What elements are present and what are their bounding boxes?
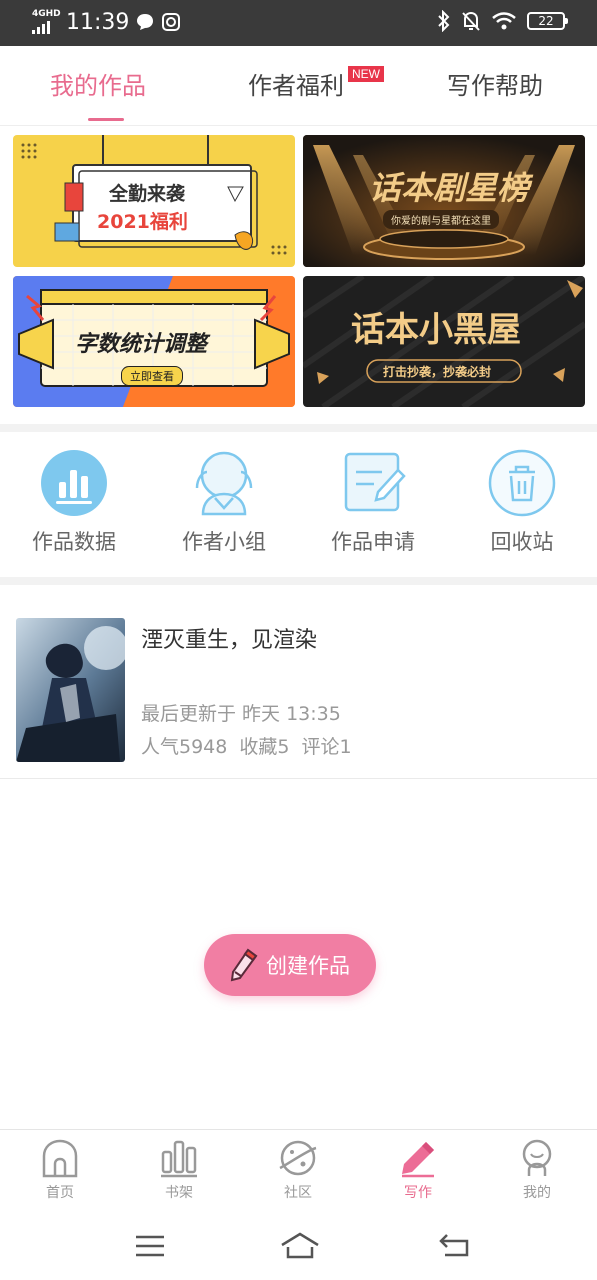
battery-icon: 22 [527,12,568,30]
banner-blacklist-title: 话本小黑屋 [351,310,521,350]
tab-my-works[interactable]: 我的作品 [50,66,146,101]
banner-attendance-line2: 2021福利 [97,211,188,233]
section-divider [0,577,597,585]
menu-author-group-label: 作者小组 [182,530,266,554]
system-navigation-bar [0,1209,597,1280]
banner-blacklist[interactable]: 话本小黑屋 打击抄袭，抄袭必封 [303,276,585,407]
nav-community-label: 社区 [284,1185,312,1201]
nav-profile-label: 我的 [523,1185,551,1201]
create-work-button[interactable]: 创建作品 [204,934,376,996]
create-work-label: 创建作品 [266,954,350,978]
banner-attendance-benefit[interactable]: 全勤来袭 2021福利 [13,135,295,267]
menu-work-data[interactable]: 作品数据 [14,448,134,556]
home-icon [40,1138,80,1178]
pencil-icon [230,948,258,982]
group-icon [189,448,259,518]
nav-bookshelf-label: 书架 [165,1185,193,1201]
nav-write[interactable]: 写作 [378,1138,458,1202]
back-icon[interactable] [437,1231,473,1261]
nav-bookshelf[interactable]: 书架 [139,1138,219,1202]
nav-write-label: 写作 [404,1185,432,1201]
banner-star-ranking-title: 话本剧星榜 [369,169,530,207]
tab-author-benefits[interactable]: 作者福利 [248,66,344,101]
planet-icon [278,1138,318,1178]
banner-view-now-button[interactable]: 立即查看 [121,366,183,386]
status-time: 11:39 [66,9,130,35]
work-favorites: 收藏5 [239,736,290,758]
nav-home-label: 首页 [46,1185,74,1201]
app-notification-icon [162,13,181,31]
nav-community[interactable]: 社区 [258,1138,338,1202]
section-divider [0,424,597,432]
nav-profile[interactable]: 我的 [497,1138,577,1202]
work-stats: 人气5948 收藏5 评论1 [141,732,358,759]
system-home-icon[interactable] [280,1231,319,1261]
banner-word-count[interactable]: 字数统计调整 立即查看 [13,276,295,407]
bar-chart-icon [39,448,109,518]
mute-icon [462,11,480,31]
work-comments: 评论1 [301,736,352,758]
banner-star-ranking-subtitle: 你爱的剧与星都在这里 [383,210,499,229]
menu-author-group[interactable]: 作者小组 [164,448,284,556]
work-cover-image[interactable] [16,618,125,762]
trash-icon [487,448,557,518]
wifi-icon [492,12,516,30]
menu-work-data-label: 作品数据 [32,530,116,554]
pen-icon [398,1138,438,1178]
work-last-updated: 最后更新于 昨天 13:35 [141,703,341,725]
new-badge: NEW [348,66,384,82]
work-card[interactable]: 湮灭重生，见渲染 最后更新于 昨天 13:35 人气5948 收藏5 评论1 [0,586,597,779]
message-icon [137,14,154,30]
active-tab-indicator [88,118,124,121]
signal-icon: 4GHD [32,8,61,36]
tab-writing-help[interactable]: 写作帮助 [447,66,543,101]
banner-word-count-title: 字数统计调整 [75,332,208,357]
banner-blacklist-subtitle: 打击抄袭，抄袭必封 [383,365,492,379]
network-type: 4GHD [32,9,61,19]
banner-attendance-line1: 全勤来袭 [109,183,186,205]
top-tabs: 我的作品 作者福利 NEW 写作帮助 [0,46,597,126]
work-popularity: 人气5948 [141,736,228,758]
menu-recycle-bin[interactable]: 回收站 [462,448,582,556]
status-bar: 4GHD 11:39 22 [0,0,597,46]
bottom-nav: 首页 书架 社区 写作 我的 [0,1129,597,1209]
bluetooth-icon [438,10,450,32]
menu-work-application-label: 作品申请 [331,530,415,554]
banner-star-ranking[interactable]: 话本剧星榜 你爱的剧与星都在这里 [303,135,585,267]
edit-document-icon [338,448,408,518]
menu-recycle-bin-label: 回收站 [490,530,554,554]
work-title[interactable]: 湮灭重生，见渲染 [141,622,317,654]
bookshelf-icon [159,1138,199,1178]
menu-icon[interactable] [132,1231,168,1261]
menu-work-application[interactable]: 作品申请 [313,448,433,556]
battery-level: 22 [538,14,554,28]
profile-icon [517,1138,557,1178]
nav-home[interactable]: 首页 [20,1138,100,1202]
